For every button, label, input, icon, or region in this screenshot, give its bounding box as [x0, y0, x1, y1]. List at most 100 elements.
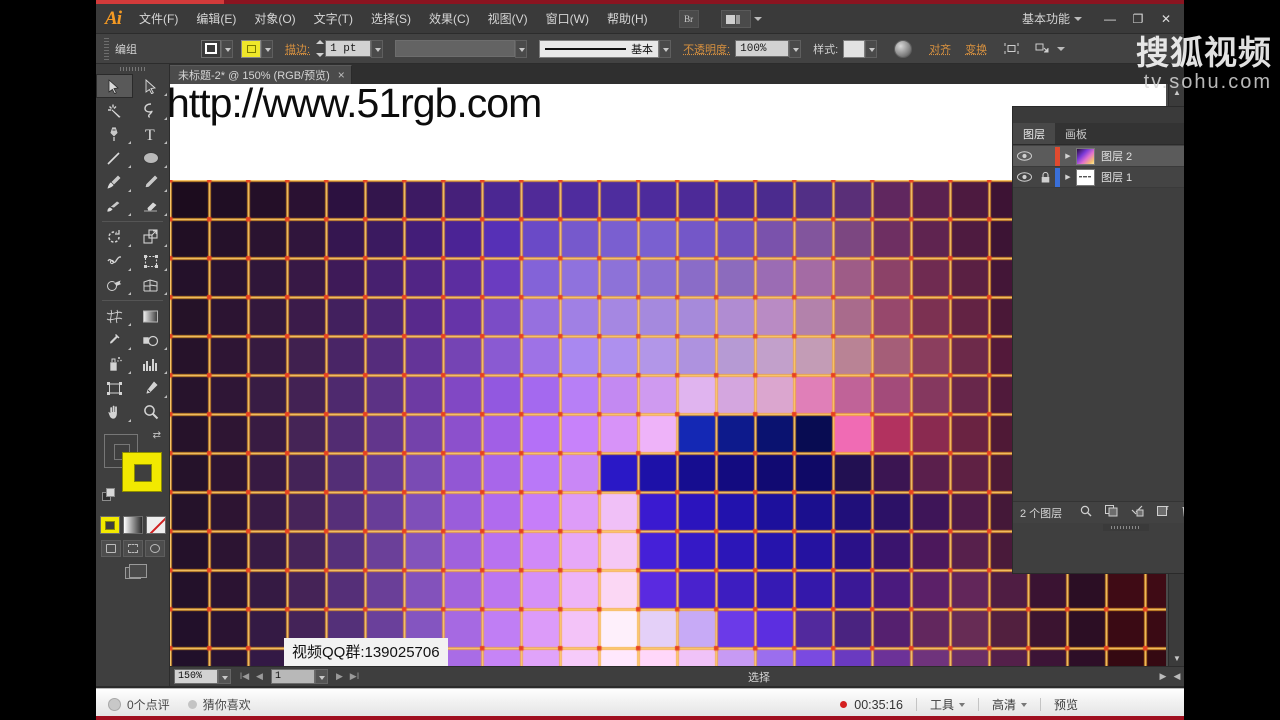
- stroke-color-swatch[interactable]: [201, 39, 221, 58]
- type-tool[interactable]: T: [133, 122, 170, 146]
- color-fill-mode-button[interactable]: [99, 516, 120, 534]
- new-layer-icon[interactable]: [1157, 505, 1169, 520]
- delete-layer-icon[interactable]: [1182, 505, 1184, 520]
- zoom-tool[interactable]: [133, 400, 170, 424]
- none-fill-mode-button[interactable]: [145, 516, 166, 534]
- gradient-fill-mode-button[interactable]: [122, 516, 143, 534]
- menu-file[interactable]: 文件(F): [130, 4, 187, 34]
- menu-select[interactable]: 选择(S): [362, 4, 420, 34]
- artboard-chevron-down-icon[interactable]: [315, 669, 328, 684]
- layer-name-1[interactable]: 图层 1: [1101, 169, 1184, 185]
- stroke-weight-label[interactable]: 描边:: [285, 41, 310, 57]
- free-transform-tool[interactable]: [133, 249, 170, 273]
- arrange-documents-button[interactable]: [720, 9, 751, 28]
- minimize-button[interactable]: —: [1096, 8, 1124, 30]
- opacity-input[interactable]: 100%: [735, 40, 790, 57]
- menu-type[interactable]: 文字(T): [305, 4, 362, 34]
- zoom-level-input[interactable]: 150%: [174, 669, 218, 684]
- menu-object[interactable]: 对象(O): [245, 4, 304, 34]
- change-screen-mode-icon[interactable]: [96, 564, 169, 579]
- rotate-tool[interactable]: [96, 225, 133, 249]
- scroll-down-arrow-icon[interactable]: ▼: [1169, 650, 1184, 666]
- workspace-chevron-down-icon[interactable]: [1074, 16, 1082, 21]
- width-tool[interactable]: [96, 249, 133, 273]
- previous-artboard-button[interactable]: ◀: [252, 669, 267, 684]
- toolbox-grip[interactable]: [96, 64, 169, 74]
- shape-builder-tool[interactable]: [96, 273, 133, 297]
- last-artboard-button[interactable]: ▶I: [347, 669, 362, 684]
- eyedropper-tool[interactable]: [96, 328, 133, 352]
- slice-tool[interactable]: [133, 376, 170, 400]
- layer-visibility-icon[interactable]: [1013, 172, 1035, 182]
- brush-definition-chevron-down-icon[interactable]: [659, 39, 672, 58]
- transform-label[interactable]: 变换: [965, 41, 987, 57]
- quality-menu[interactable]: 高清: [992, 696, 1027, 713]
- draw-normal-icon[interactable]: [100, 540, 121, 557]
- menu-window[interactable]: 窗口(W): [537, 4, 598, 34]
- menu-view[interactable]: 视图(V): [479, 4, 537, 34]
- select-similar-chevron-down-icon[interactable]: [1057, 46, 1066, 51]
- menu-help[interactable]: 帮助(H): [598, 4, 657, 34]
- line-segment-tool[interactable]: [96, 146, 133, 170]
- first-artboard-button[interactable]: I◀: [237, 669, 252, 684]
- status-scroll-right-icon[interactable]: ▶: [1156, 671, 1170, 682]
- tab-layers[interactable]: 图层: [1013, 123, 1055, 144]
- artboard-number-input[interactable]: 1: [271, 669, 315, 684]
- recolor-artwork-icon[interactable]: [894, 39, 913, 58]
- layer-row-1[interactable]: ▶ 图层 1: [1013, 167, 1184, 188]
- fill-color-swatch[interactable]: [241, 39, 261, 58]
- align-label[interactable]: 对齐: [929, 41, 951, 57]
- perspective-grid-tool[interactable]: [133, 273, 170, 297]
- close-button[interactable]: ✕: [1152, 8, 1180, 30]
- opacity-label[interactable]: 不透明度:: [683, 41, 730, 57]
- maximize-button[interactable]: ❐: [1124, 8, 1152, 30]
- arrange-chevron-down-icon[interactable]: [753, 16, 762, 21]
- scale-tool[interactable]: [133, 225, 170, 249]
- variable-width-chevron-down-icon[interactable]: [515, 39, 528, 58]
- next-artboard-button[interactable]: ▶: [332, 669, 347, 684]
- fill-color-chevron-down-icon[interactable]: [261, 39, 273, 58]
- comment-count-label[interactable]: 0个点评: [127, 696, 170, 713]
- layer-expand-triangle-icon[interactable]: ▶: [1060, 173, 1076, 181]
- layer-expand-triangle-icon[interactable]: ▶: [1060, 152, 1076, 160]
- blend-tool[interactable]: [133, 328, 170, 352]
- blob-brush-tool[interactable]: [96, 194, 133, 218]
- magic-wand-tool[interactable]: [96, 98, 133, 122]
- stroke-weight-chevron-down-icon[interactable]: [371, 39, 384, 58]
- stroke-weight-input[interactable]: 1 pt: [325, 40, 372, 57]
- pencil-tool[interactable]: [133, 170, 170, 194]
- selection-tool[interactable]: [96, 74, 133, 98]
- paintbrush-tool[interactable]: [96, 170, 133, 194]
- status-scroll-left-icon[interactable]: ◀: [1170, 671, 1184, 682]
- hand-tool[interactable]: [96, 400, 133, 424]
- bridge-button[interactable]: Br: [678, 9, 699, 28]
- default-fill-stroke-icon[interactable]: [102, 488, 115, 501]
- tab-artboards[interactable]: 画板: [1055, 123, 1097, 144]
- scroll-up-arrow-icon[interactable]: ▲: [1169, 84, 1184, 100]
- stroke-weight-stepper[interactable]: [316, 40, 325, 57]
- control-bar-grip[interactable]: [104, 37, 109, 60]
- pen-tool[interactable]: [96, 122, 133, 146]
- variable-width-profile-field[interactable]: [395, 40, 516, 57]
- recommend-label[interactable]: 猜你喜欢: [203, 696, 251, 713]
- status-tool-label[interactable]: 选择: [362, 669, 1156, 685]
- workspace-switcher-label[interactable]: 基本功能: [1022, 10, 1074, 27]
- draw-behind-icon[interactable]: [122, 540, 143, 557]
- document-tab-close-icon[interactable]: ×: [338, 68, 345, 82]
- column-graph-tool[interactable]: [133, 352, 170, 376]
- make-clipping-mask-icon[interactable]: [1131, 505, 1144, 520]
- new-sublayer-icon[interactable]: [1105, 505, 1118, 520]
- opacity-chevron-down-icon[interactable]: [789, 39, 802, 58]
- menu-effect[interactable]: 效果(C): [420, 4, 479, 34]
- graphic-style-chevron-down-icon[interactable]: [865, 39, 878, 58]
- gradient-tool[interactable]: [133, 304, 170, 328]
- eraser-tool[interactable]: [133, 194, 170, 218]
- direct-selection-tool[interactable]: [133, 74, 170, 98]
- player-progress-line[interactable]: [96, 716, 1184, 720]
- stroke-color-chevron-down-icon[interactable]: [221, 39, 233, 58]
- ellipse-tool[interactable]: [133, 146, 170, 170]
- lasso-tool[interactable]: [133, 98, 170, 122]
- layer-name-2[interactable]: 图层 2: [1101, 148, 1184, 164]
- document-tab[interactable]: 未标题-2* @ 150% (RGB/预览) ×: [170, 65, 352, 84]
- panel-bottom-grip[interactable]: [1103, 524, 1149, 531]
